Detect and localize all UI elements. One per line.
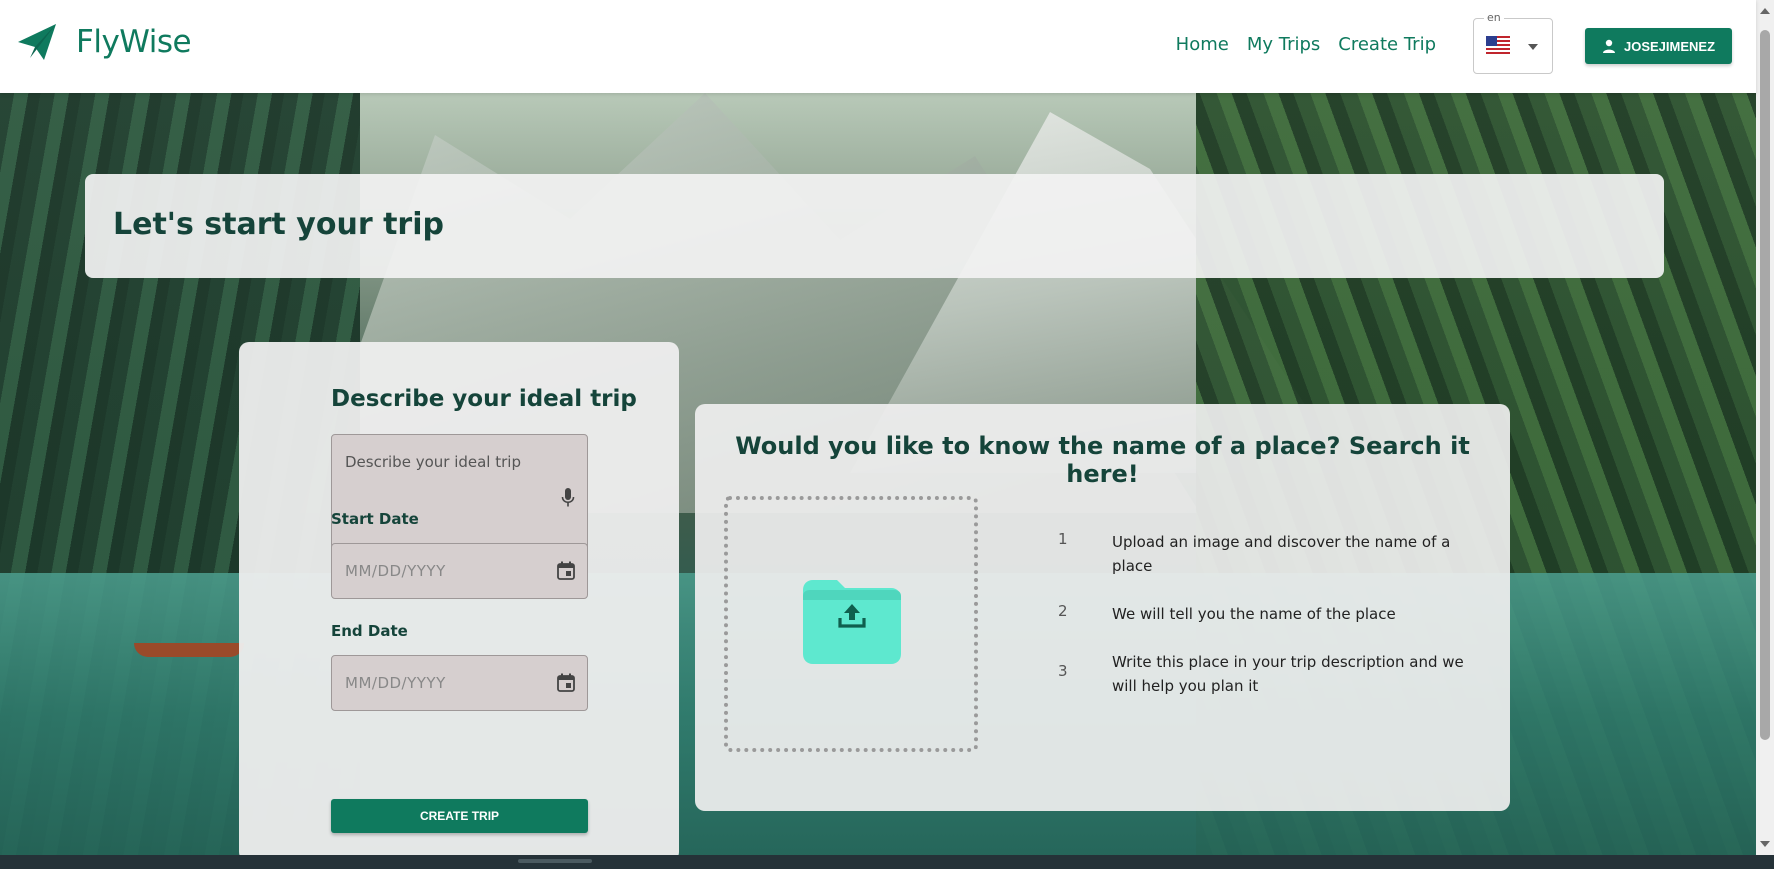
boat	[134, 643, 244, 657]
scrollbar-thumb[interactable]	[1760, 30, 1770, 740]
end-date-field[interactable]: MM/DD/YYYY	[331, 655, 588, 711]
end-date-label: End Date	[331, 622, 408, 640]
language-label: en	[1484, 11, 1504, 24]
trip-form-card: Describe your ideal trip Describe your i…	[239, 342, 679, 862]
list-item: 1 Upload an image and discover the name …	[1055, 530, 1475, 578]
step-text: Write this place in your trip descriptio…	[1112, 653, 1464, 695]
search-steps-list: 1 Upload an image and discover the name …	[1055, 530, 1475, 698]
start-date-placeholder: MM/DD/YYYY	[345, 562, 446, 580]
create-trip-button[interactable]: CREATE TRIP	[331, 799, 588, 833]
start-date-field[interactable]: MM/DD/YYYY	[331, 543, 588, 599]
place-search-card: Would you like to know the name of a pla…	[695, 404, 1510, 811]
step-number: 1	[1058, 530, 1068, 548]
nav-home[interactable]: Home	[1176, 34, 1229, 55]
nav-my-trips[interactable]: My Trips	[1247, 34, 1320, 55]
person-icon	[1602, 39, 1615, 53]
horizontal-scrollbar[interactable]	[0, 855, 1774, 869]
trip-description-placeholder: Describe your ideal trip	[345, 453, 521, 471]
brand-logo[interactable]: FlyWise	[16, 22, 192, 62]
scroll-up-arrow-icon[interactable]	[1760, 8, 1770, 14]
paper-plane-icon	[18, 24, 56, 60]
search-title: Would you like to know the name of a pla…	[735, 432, 1470, 488]
end-date-placeholder: MM/DD/YYYY	[345, 674, 446, 692]
language-select[interactable]: en	[1473, 11, 1553, 74]
us-flag-icon	[1486, 36, 1510, 54]
step-number: 2	[1058, 602, 1068, 620]
user-account-button[interactable]: JOSEJIMENEZ	[1585, 28, 1732, 64]
nav-create-trip[interactable]: Create Trip	[1338, 34, 1436, 55]
image-upload-dropzone[interactable]	[724, 496, 978, 752]
start-date-label: Start Date	[331, 510, 419, 528]
user-name: JOSEJIMENEZ	[1623, 38, 1716, 54]
list-item: 3 Write this place in your trip descript…	[1055, 650, 1475, 698]
form-title: Describe your ideal trip	[331, 386, 637, 412]
vertical-scrollbar[interactable]	[1756, 0, 1774, 855]
step-number: 3	[1058, 662, 1068, 680]
calendar-icon[interactable]	[556, 673, 576, 693]
intro-banner: Let's start your trip	[85, 174, 1664, 278]
upload-folder-icon	[803, 580, 901, 664]
horizontal-scrollbar-thumb[interactable]	[518, 859, 592, 863]
main-nav: Home My Trips Create Trip	[1176, 34, 1436, 55]
step-text: Upload an image and discover the name of…	[1112, 533, 1451, 575]
list-item: 2 We will tell you the name of the place	[1055, 602, 1475, 626]
page-title: Let's start your trip	[113, 207, 444, 242]
top-navbar: FlyWise Home My Trips Create Trip en JOS…	[0, 0, 1756, 93]
chevron-down-icon	[1528, 44, 1538, 50]
trip-description-field[interactable]: Describe your ideal trip	[331, 434, 588, 559]
microphone-icon[interactable]	[561, 487, 575, 509]
calendar-icon[interactable]	[556, 561, 576, 581]
step-text: We will tell you the name of the place	[1112, 605, 1396, 623]
brand-name: FlyWise	[76, 24, 192, 60]
scroll-down-arrow-icon[interactable]	[1760, 841, 1770, 847]
